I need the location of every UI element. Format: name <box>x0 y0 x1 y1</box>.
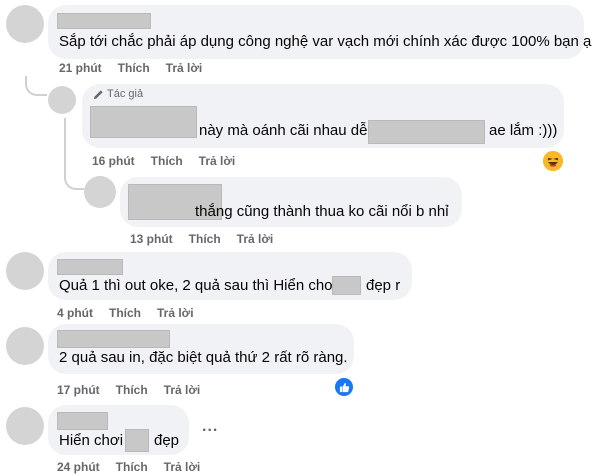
comment-time: 24 phút <box>57 460 100 474</box>
redacted-name <box>90 106 197 138</box>
haha-emoji-icon[interactable] <box>543 151 563 171</box>
commenter-avatar[interactable] <box>84 176 116 208</box>
reply-button[interactable]: Trả lời <box>237 232 274 246</box>
author-badge: Tác giả <box>93 88 143 100</box>
comment-time: 4 phút <box>57 306 93 320</box>
redacted-name <box>57 13 151 29</box>
reply-button[interactable]: Trả lời <box>199 154 236 168</box>
redacted-mention <box>125 429 149 452</box>
commenter-avatar[interactable] <box>6 327 44 365</box>
thumb-up-icon <box>339 382 349 392</box>
like-button[interactable]: Thích <box>189 232 221 246</box>
comment-actions: 24 phút Thích Trả lời <box>57 460 216 474</box>
redacted-mention <box>368 120 485 144</box>
thread-line <box>64 118 84 190</box>
comment-text: 2 quả sau in, đặc biệt quả thứ 2 rất rõ … <box>59 349 348 366</box>
more-options-button[interactable]: ... <box>202 418 218 436</box>
redacted-name <box>57 330 170 348</box>
like-button[interactable]: Thích <box>118 61 150 75</box>
author-badge-label: Tác giả <box>107 88 144 100</box>
comment-actions: 21 phút Thích Trả lời <box>59 61 218 75</box>
comment-time: 13 phút <box>130 232 173 246</box>
comment-actions: 17 phút Thích Trả lời <box>57 383 216 397</box>
commenter-avatar[interactable] <box>6 252 44 290</box>
pen-icon <box>93 89 103 99</box>
comment-text-part: đẹp r <box>366 277 401 294</box>
comment-text: Sắp tới chắc phải áp dụng công nghệ var … <box>59 33 592 50</box>
comment-actions: 13 phút Thích Trả lời <box>130 232 289 246</box>
reply-button[interactable]: Trả lời <box>166 61 203 75</box>
reply-button[interactable]: Trả lời <box>157 306 194 320</box>
redacted-name <box>57 412 108 430</box>
comment-actions: 16 phút Thích Trả lời <box>92 154 251 168</box>
comment-time: 16 phút <box>92 154 135 168</box>
comment-text: thắng cũng thành thua ko cãi nổi b nhỉ <box>195 203 449 220</box>
reply-button[interactable]: Trả lời <box>164 383 201 397</box>
comment-text-part: đẹp <box>154 432 180 449</box>
comment-actions: 4 phút Thích Trả lời <box>57 306 210 320</box>
like-button[interactable]: Thích <box>151 154 183 168</box>
comment-time: 17 phút <box>57 383 100 397</box>
author-avatar[interactable] <box>48 86 76 114</box>
reply-button[interactable]: Trả lời <box>164 460 201 474</box>
haha-face-icon <box>543 151 563 171</box>
comment-time: 21 phút <box>59 61 102 75</box>
like-button[interactable]: Thích <box>116 383 148 397</box>
like-button[interactable]: Thích <box>109 306 141 320</box>
comment-text-part: ae lắm :))) <box>489 122 558 139</box>
like-button[interactable]: Thích <box>116 460 148 474</box>
like-thumb-icon[interactable] <box>335 378 353 396</box>
thread-line <box>25 76 47 96</box>
comment-text-part: Quả 1 thì out oke, 2 quả sau thì Hiển ch… <box>59 277 338 294</box>
redacted-mention <box>332 276 361 295</box>
commenter-avatar[interactable] <box>6 407 44 445</box>
comment-text-part: Hiển chơi <box>59 432 124 449</box>
comment-text-part: này mà oánh cãi nhau dễ <box>199 122 368 139</box>
redacted-name <box>57 259 123 275</box>
commenter-avatar[interactable] <box>6 5 44 43</box>
